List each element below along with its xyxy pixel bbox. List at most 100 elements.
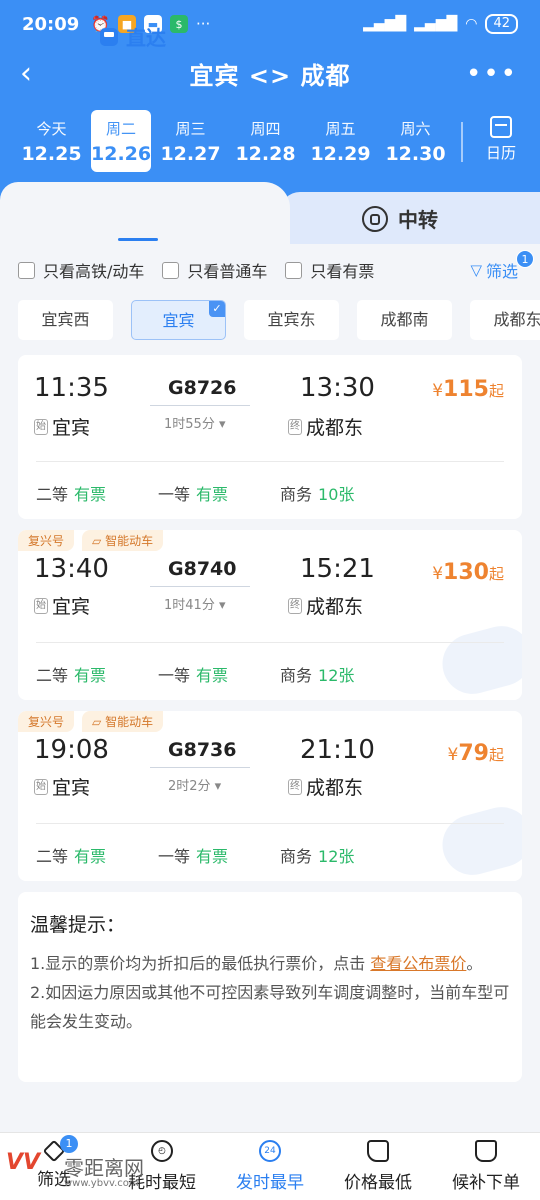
more-button[interactable]: ••• bbox=[466, 56, 518, 92]
station-chip-selected[interactable]: 宜宾 ✓ bbox=[131, 300, 226, 340]
arrival-station: 终 成都东 bbox=[288, 413, 363, 440]
date-item[interactable]: 周三 12.27 bbox=[153, 110, 228, 172]
arrival-time: 21:10 bbox=[300, 735, 375, 765]
checkbox[interactable] bbox=[285, 261, 303, 279]
filter-button[interactable]: ▽ 筛选 1 bbox=[470, 250, 534, 282]
nav-waitlist[interactable]: 候补下单 bbox=[432, 1133, 540, 1200]
station-chip[interactable]: 成都东 bbox=[470, 300, 540, 340]
train-watermark-graphic bbox=[435, 619, 522, 700]
nav-earliest-departure[interactable]: 24 发时最早 bbox=[216, 1133, 324, 1200]
price: ¥ 130 起 bbox=[432, 560, 504, 585]
route-line bbox=[150, 586, 250, 587]
notice-line-2: 2.如因运力原因或其他不可控因素导致列车调度调整时，当前车型可能会发生变动。 bbox=[30, 983, 510, 1031]
more-dots-icon: ••• bbox=[465, 59, 518, 89]
filter-label: 只看普通车 bbox=[187, 262, 268, 281]
tab-direct-bg[interactable] bbox=[0, 182, 290, 244]
seat-first-class: 一等 有票 bbox=[158, 847, 229, 866]
station-chip[interactable]: 宜宾东 bbox=[244, 300, 339, 340]
status-bar: 20:09 ⏰ ■ ▬ $ ··· ▂▄▆█ ▂▄▆█ ◠ 42 bbox=[0, 0, 540, 48]
date-weekday: 周五 bbox=[325, 120, 356, 138]
price: ¥ 115 起 bbox=[432, 377, 504, 402]
tag-smart-emu: ▱ 智能动车 bbox=[82, 530, 164, 551]
date-item[interactable]: 周四 12.28 bbox=[228, 110, 303, 172]
train-tags: 复兴号 ▱ 智能动车 bbox=[18, 711, 164, 732]
signal-icon: ▂▄▆█ bbox=[414, 16, 458, 32]
price-tag-icon bbox=[367, 1140, 389, 1162]
seat-second-class: 二等 有票 bbox=[36, 666, 107, 685]
checkbox[interactable] bbox=[162, 261, 180, 279]
seat-business-class: 商务 12张 bbox=[280, 847, 355, 866]
page-title: 宜宾 <> 成都 bbox=[189, 62, 351, 90]
watermark-logo: VV bbox=[6, 1150, 41, 1175]
filter-available-only[interactable]: 只看有票 bbox=[285, 258, 374, 282]
date-item[interactable]: 今天 12.25 bbox=[14, 110, 89, 172]
nav-lowest-price[interactable]: 价格最低 bbox=[324, 1133, 432, 1200]
train-card[interactable]: 复兴号 ▱ 智能动车 13:40 G8740 1时41分 ▾ 15:21 始 宜… bbox=[18, 530, 522, 700]
departure-time: 13:40 bbox=[34, 554, 109, 584]
wifi-icon: ◠ bbox=[465, 16, 478, 32]
divider bbox=[461, 122, 463, 162]
price-suffix: 起 bbox=[488, 565, 504, 583]
quick-filters: 只看高铁/动车 只看普通车 只看有票 ▽ 筛选 1 bbox=[18, 250, 534, 282]
train-tags: 复兴号 ▱ 智能动车 bbox=[18, 530, 164, 551]
funnel-icon: ▽ bbox=[470, 261, 482, 279]
status-time: 20:09 bbox=[22, 13, 80, 35]
notice-box: 温馨提示： 1.显示的票价均为折扣后的最低执行票价，点击 查看公布票价。 2.如… bbox=[18, 892, 522, 1082]
station-name: 宜宾 bbox=[52, 596, 91, 618]
filter-regular-only[interactable]: 只看普通车 bbox=[162, 258, 267, 282]
route-line bbox=[150, 405, 250, 406]
station-name: 成都东 bbox=[306, 417, 364, 439]
calendar-button[interactable]: 日历 bbox=[479, 110, 523, 172]
date-item-selected[interactable]: 周二 12.26 bbox=[91, 110, 151, 172]
checkbox[interactable] bbox=[18, 261, 35, 279]
tab-transfer[interactable]: 中转 bbox=[362, 204, 438, 233]
notice-title: 温馨提示： bbox=[30, 914, 126, 936]
price-value: 130 bbox=[443, 560, 489, 585]
seat-business-class: 商务 12张 bbox=[280, 666, 355, 685]
check-icon: ✓ bbox=[209, 301, 225, 317]
app-notification-icon: $ bbox=[169, 15, 188, 33]
tab-transfer-label: 中转 bbox=[398, 208, 438, 232]
departure-station: 始 宜宾 bbox=[34, 413, 90, 440]
tab-direct[interactable]: 直达 bbox=[100, 22, 166, 51]
filter-hsr-only[interactable]: 只看高铁/动车 bbox=[18, 258, 144, 282]
seat-business-class: 商务 10张 bbox=[280, 485, 355, 504]
seat-second-class: 二等 有票 bbox=[36, 485, 107, 504]
nav-label: 价格最低 bbox=[344, 1173, 412, 1193]
station-chip[interactable]: 宜宾西 bbox=[18, 300, 113, 340]
departure-station: 始 宜宾 bbox=[34, 773, 90, 800]
date-value: 12.25 bbox=[21, 143, 82, 165]
terminal-mark: 终 bbox=[288, 418, 302, 435]
divider bbox=[36, 823, 504, 824]
train-icon: ▱ bbox=[92, 534, 106, 548]
train-card[interactable]: 11:35 G8726 1时55分 ▾ 13:30 始 宜宾 终 成都东 ¥ 1… bbox=[18, 355, 522, 519]
train-number: G8736 bbox=[168, 739, 237, 761]
origin-mark: 始 bbox=[34, 597, 48, 614]
view-published-fare-link[interactable]: 查看公布票价 bbox=[370, 954, 466, 973]
calendar-label: 日历 bbox=[485, 144, 516, 162]
station-name: 成都东 bbox=[306, 777, 364, 799]
route-line bbox=[150, 767, 250, 768]
duration: 1时55分 ▾ bbox=[164, 417, 226, 432]
date-value: 12.27 bbox=[160, 143, 221, 165]
terminal-mark: 终 bbox=[288, 597, 302, 614]
train-icon bbox=[100, 27, 118, 46]
train-number: G8740 bbox=[168, 558, 237, 580]
signal-icon: ▂▄▆█ bbox=[363, 16, 407, 32]
price-currency: ¥ bbox=[432, 564, 444, 584]
divider bbox=[36, 642, 504, 643]
train-card[interactable]: 复兴号 ▱ 智能动车 19:08 G8736 2时2分 ▾ 21:10 始 宜宾… bbox=[18, 711, 522, 881]
subway-icon bbox=[362, 205, 388, 232]
station-chip[interactable]: 成都南 bbox=[357, 300, 452, 340]
date-item[interactable]: 周五 12.29 bbox=[303, 110, 378, 172]
divider bbox=[36, 461, 504, 462]
date-item[interactable]: 周六 12.30 bbox=[378, 110, 453, 172]
duration: 2时2分 ▾ bbox=[168, 779, 222, 794]
duration: 1时41分 ▾ bbox=[164, 598, 226, 613]
watermark-brand: 零距离网 bbox=[64, 1156, 144, 1180]
station-name: 成都东 bbox=[306, 596, 364, 618]
tag-smart-emu: ▱ 智能动车 bbox=[82, 711, 164, 732]
price-value: 79 bbox=[458, 741, 489, 766]
price-suffix: 起 bbox=[488, 382, 504, 400]
departure-time: 19:08 bbox=[34, 735, 109, 765]
